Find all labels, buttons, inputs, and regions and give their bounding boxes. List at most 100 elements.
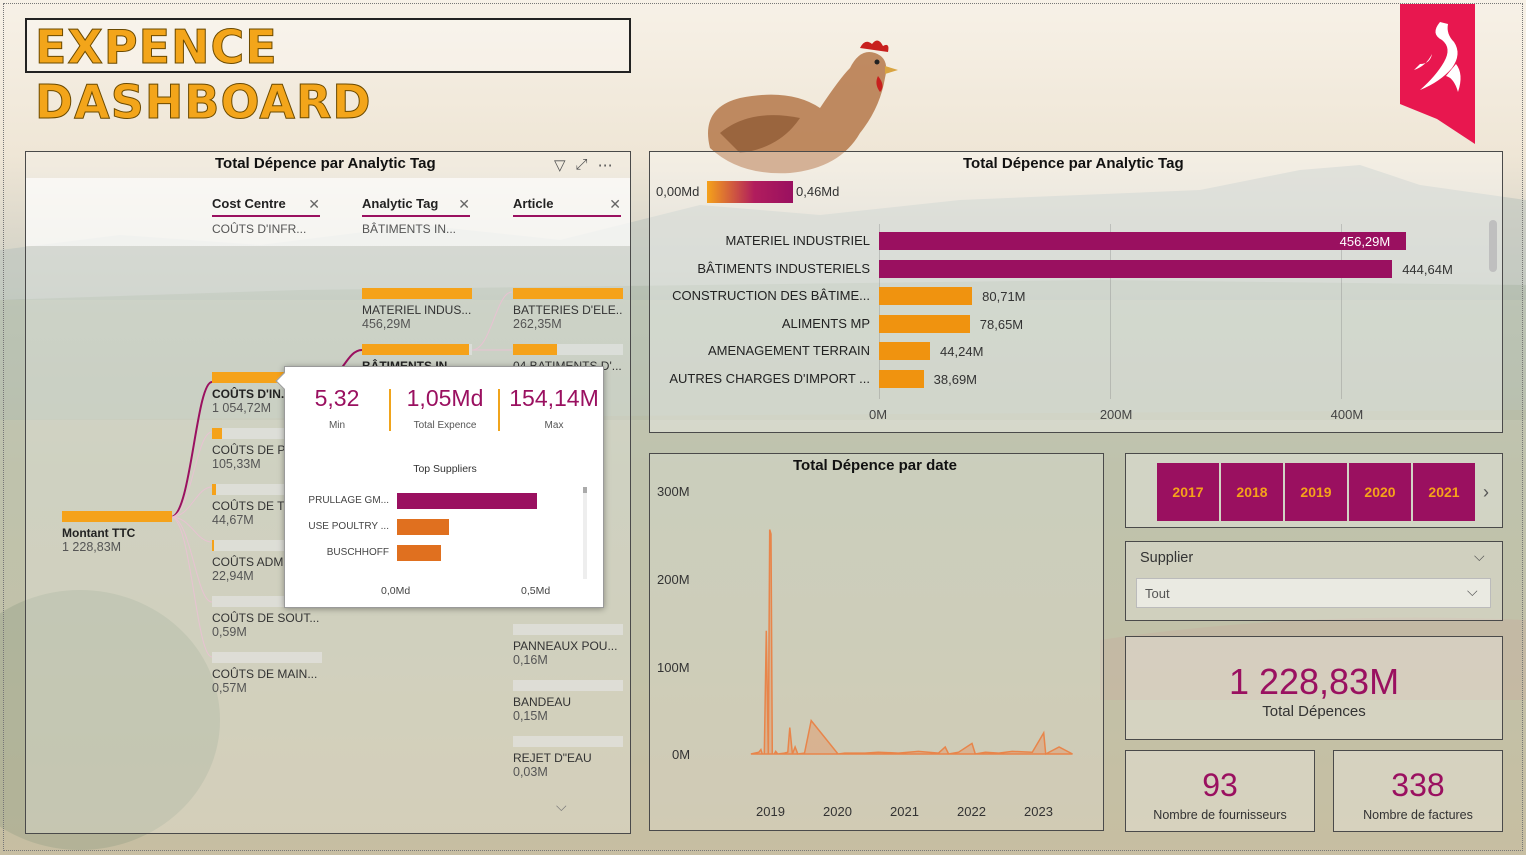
bar[interactable] <box>879 314 970 333</box>
node-label: COÛTS DE MAIN... <box>212 667 318 681</box>
card-caption: Total Dépences <box>1262 703 1366 720</box>
chevron-right-icon[interactable]: › <box>1483 482 1489 503</box>
supplier-name: BUSCHHOFF <box>326 547 389 558</box>
category-label: AMENAGEMENT TERRAIN <box>707 343 870 359</box>
total-expenses-card: 1 228,83M Total Dépences <box>1125 636 1503 740</box>
supplier-bar[interactable] <box>397 519 449 535</box>
node-label: PANNEAUX POU... <box>513 639 618 653</box>
tree-node-cost-centre[interactable]: COÛTS DE MAIN... 0,57M <box>212 652 322 695</box>
node-value: 456,29M <box>362 317 411 331</box>
x-tick-label: 200M <box>1099 407 1133 422</box>
bar[interactable] <box>879 232 1406 250</box>
bar-chart-title: Total Dépence par Analytic Tag <box>963 155 1184 172</box>
card-value: 93 <box>1202 767 1238 803</box>
tree-node-article[interactable]: PANNEAUX POU... 0,16M <box>513 624 623 667</box>
node-value: 0,03M <box>513 765 548 779</box>
tooltip-subtitle: Top Suppliers <box>413 463 477 475</box>
tree-link <box>170 381 213 518</box>
category-label: CONSTRUCTION DES BÂTIME... <box>672 288 870 304</box>
tree-node-article[interactable]: BATTERIES D'ELE... 262,35M <box>513 288 623 331</box>
data-label: 456,29M <box>1339 234 1391 249</box>
tree-node-article[interactable]: BANDEAU 0,15M <box>513 680 623 723</box>
tree-node-article[interactable]: REJET D"EAU 0,03M <box>513 736 623 779</box>
slicer-title: Supplier <box>1140 550 1194 566</box>
card-value: 338 <box>1391 767 1445 803</box>
kpi-caption: Total Expence <box>413 420 477 431</box>
year-slicer: 2017 2018 2019 2020 2021 › <box>1125 453 1503 528</box>
bar[interactable] <box>879 342 931 361</box>
dashboard-title-box: EXPENCE DASHBOARD <box>25 18 631 130</box>
date-area-chart-panel: Total Dépence par date 300M 200M 100M 0M… <box>649 453 1104 831</box>
year-button-2017[interactable]: 2017 <box>1157 463 1219 521</box>
dashboard-title: EXPENCE DASHBOARD <box>35 20 372 130</box>
analytic-tag-bar-chart-panel: Total Dépence par Analytic Tag 0,00Md 0,… <box>649 151 1503 433</box>
tree-link <box>170 516 213 658</box>
data-label: 80,71M <box>982 289 1026 305</box>
supplier-name: PRULLAGE GM... <box>308 495 389 506</box>
bar[interactable] <box>879 370 924 388</box>
tooltip-kpi-max: 154,14M Max <box>504 385 604 431</box>
node-label: BANDEAU <box>513 695 572 709</box>
tree-node-root[interactable]: Montant TTC 1 228,83M <box>62 511 172 554</box>
chevron-down-icon[interactable]: ⌵ <box>1467 583 1478 600</box>
area-series[interactable] <box>750 529 1073 756</box>
supplier-bar[interactable] <box>397 545 442 561</box>
year-button-2020[interactable]: 2020 <box>1349 463 1411 521</box>
gridline <box>1340 224 1342 399</box>
invoices-count-card: 338 Nombre de factures <box>1333 750 1503 832</box>
tree-link <box>471 291 513 351</box>
kpi-caption: Min <box>328 420 346 431</box>
kpi-value: 5,32 <box>314 385 360 411</box>
bar[interactable] <box>879 259 1393 278</box>
area-chart-plot <box>750 529 1073 756</box>
year-button-2021[interactable]: 2021 <box>1413 463 1475 521</box>
report-tooltip: 5,32 Min 1,05Md Total Expence 154,14M Ma… <box>275 366 605 608</box>
bar-chart-scrollbar[interactable] <box>1489 220 1497 272</box>
data-label: 44,24M <box>940 344 984 360</box>
chevron-down-icon[interactable]: ⌵ <box>1474 548 1485 565</box>
legend-min-label: 0,00Md <box>656 184 700 199</box>
node-value: 262,35M <box>513 317 562 331</box>
card-value: 1 228,83M <box>1228 661 1400 702</box>
card-caption: Nombre de fournisseurs <box>1153 808 1287 822</box>
node-value: 1 228,83M <box>62 540 122 554</box>
node-value: 0,16M <box>513 653 548 667</box>
node-label: REJET D"EAU <box>513 751 592 765</box>
category-label: ALIMENTS MP <box>781 315 870 331</box>
supplier-slicer: Supplier ⌵ Tout ⌵ <box>1125 541 1503 621</box>
category-label: MATERIEL INDUSTRIEL <box>725 233 870 248</box>
year-button-2019[interactable]: 2019 <box>1285 463 1347 521</box>
card-caption: Nombre de factures <box>1363 808 1473 822</box>
data-label: 444,64M <box>1402 261 1453 277</box>
node-value: 0,15M <box>513 709 548 723</box>
supplier-bar[interactable] <box>397 493 537 509</box>
tooltip-scrollbar[interactable] <box>583 487 587 579</box>
category-label: AUTRES CHARGES D'IMPORT ... <box>669 371 870 386</box>
node-label: BATTERIES D'ELE... <box>513 303 623 317</box>
kpi-value: 154,14M <box>509 385 599 411</box>
tooltip-kpi-total: 1,05Md Total Expence <box>395 385 495 431</box>
supplier-bar-row[interactable]: PRULLAGE GM... <box>285 493 605 509</box>
kpi-divider <box>389 389 391 431</box>
x-tick-label: 0M <box>869 407 888 422</box>
tree-node-analytic-tag[interactable]: MATERIEL INDUS... 456,29M <box>362 288 472 331</box>
supplier-bar-row[interactable]: BUSCHHOFF <box>285 545 605 561</box>
bar[interactable] <box>879 287 973 306</box>
year-button-2018[interactable]: 2018 <box>1221 463 1283 521</box>
suppliers-count-card: 93 Nombre de fournisseurs <box>1125 750 1315 832</box>
scroll-down-chevron-icon[interactable]: ⌵ <box>556 798 567 815</box>
category-label: BÂTIMENTS INDUSTERIELS <box>697 260 870 276</box>
kpi-value: 1,05Md <box>406 385 484 411</box>
supplier-bar-row[interactable]: USE POULTRY ... <box>285 519 605 535</box>
data-label: 78,65M <box>979 316 1024 332</box>
data-label: 38,69M <box>933 372 978 387</box>
supplier-dropdown[interactable]: Tout ⌵ <box>1136 578 1491 608</box>
supplier-name: USE POULTRY ... <box>308 521 389 532</box>
axis-tick-label: 0,5Md <box>521 585 551 597</box>
dropdown-selected-value: Tout <box>1145 586 1170 601</box>
tree-link <box>170 516 213 543</box>
node-value: 0,57M <box>212 681 247 695</box>
kpi-caption: Max <box>544 420 564 431</box>
x-tick-label: 400M <box>1330 407 1364 422</box>
node-value: 0,59M <box>212 625 247 639</box>
